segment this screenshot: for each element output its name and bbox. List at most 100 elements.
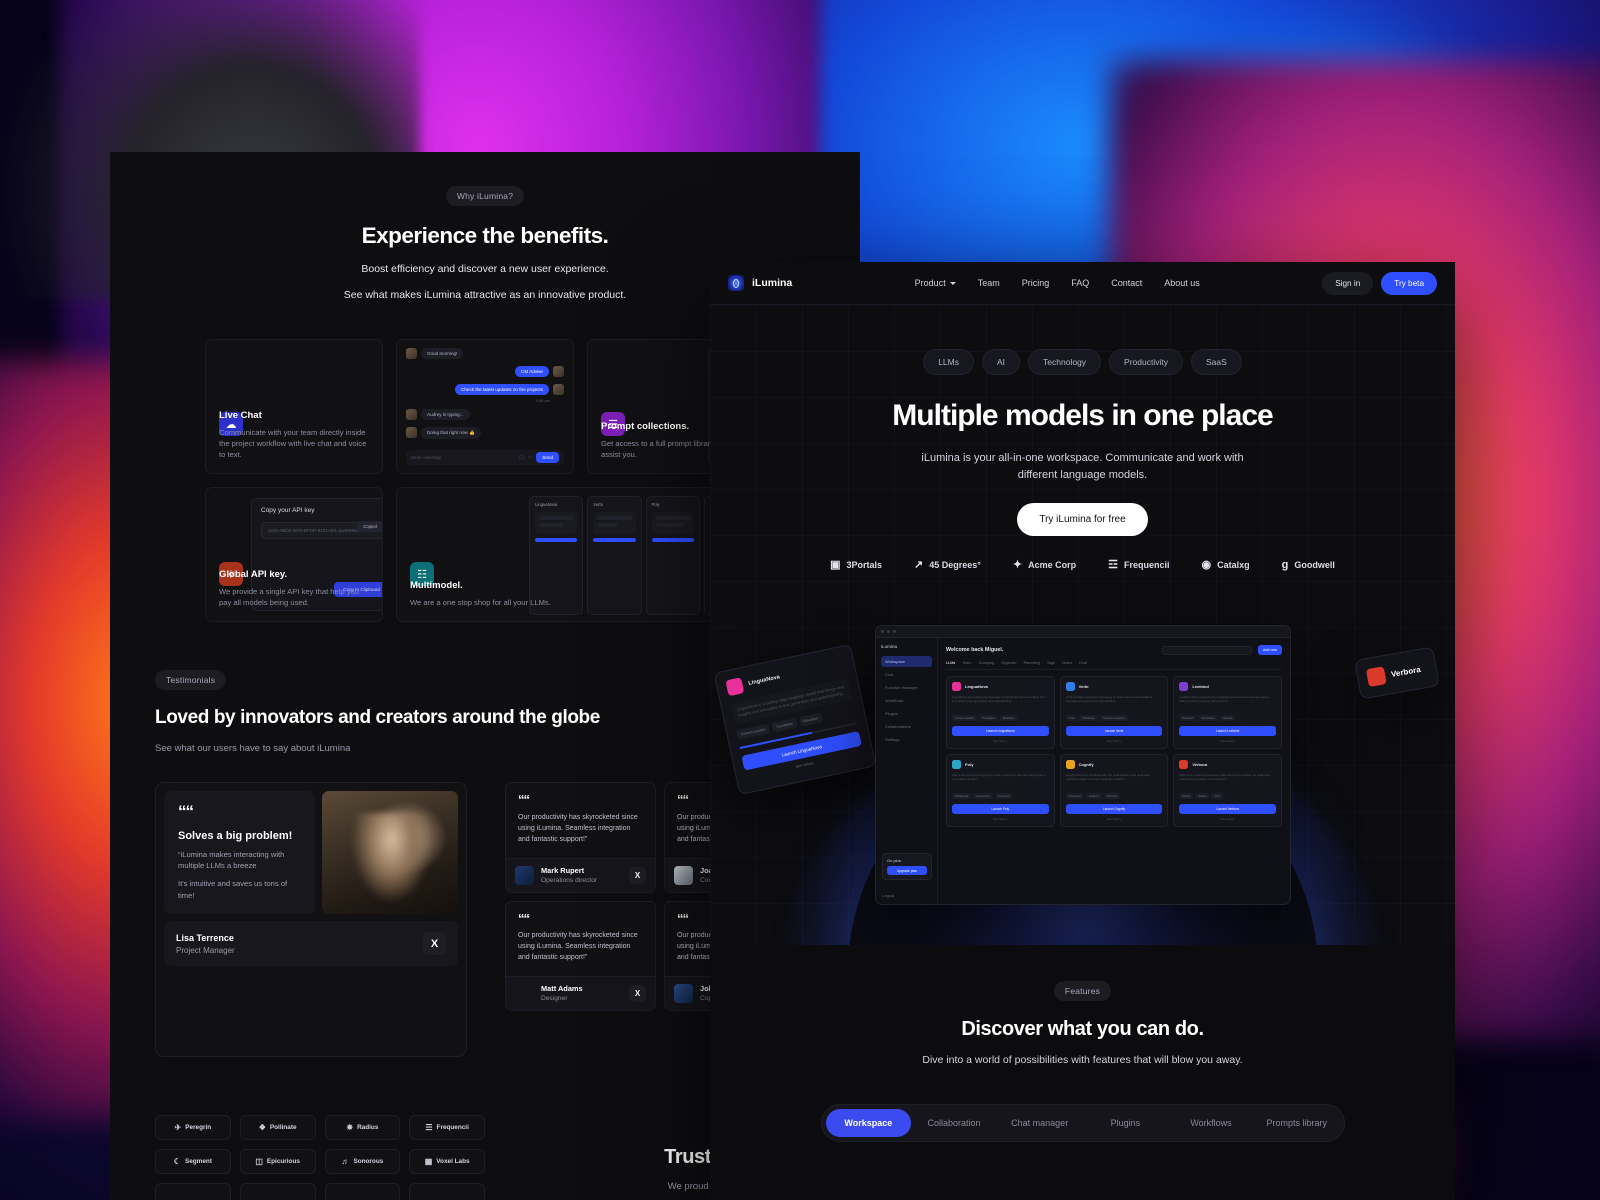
- tab-workflows[interactable]: Workflows: [1168, 1109, 1254, 1137]
- launch-model-button[interactable]: Launch Lexibind: [1179, 726, 1276, 736]
- brand-catalxg: ◉ Catalxg: [1202, 558, 1250, 571]
- nav-item-about-us[interactable]: About us: [1164, 278, 1200, 288]
- logo-cell-segment[interactable]: ☾ Segment: [155, 1148, 231, 1174]
- logo-cell-frequencii[interactable]: ☰ Frequencii: [409, 1114, 485, 1140]
- sign-in-button[interactable]: Sign in: [1322, 271, 1374, 295]
- nav-item-pricing[interactable]: Pricing: [1022, 278, 1050, 288]
- dashboard-tab-chat[interactable]: Chat: [1079, 661, 1087, 665]
- benefit-card-live-chat[interactable]: ☁ Live Chat Communicate with your team d…: [205, 339, 383, 474]
- tab-workspace[interactable]: Workspace: [825, 1109, 912, 1137]
- logo-cell-extra-1[interactable]: [155, 1182, 231, 1200]
- model-card-cognify[interactable]: Cognify Cognify enhances workflows with …: [1059, 754, 1169, 827]
- chevron-down-icon: [949, 281, 956, 285]
- tab-collaboration[interactable]: Collaboration: [911, 1109, 997, 1137]
- logo-cell-sonorous[interactable]: ♬ Sonorous: [324, 1148, 401, 1174]
- featured-quote-body-2: It's intuitive and saves us tons of time…: [178, 879, 288, 900]
- dashboard-logo: iLumina: [881, 644, 898, 649]
- launch-model-button[interactable]: Launch LinguaNova: [952, 726, 1049, 736]
- upgrade-plan-button[interactable]: Upgrade plan: [887, 866, 927, 875]
- launch-model-button[interactable]: Launch Poly: [952, 804, 1049, 814]
- brand-label: 3Portals: [846, 559, 883, 570]
- logo-row: ✈ Peregrin ❖ Pollinate ✵ Radius ☰ Frequencii: [155, 1114, 485, 1140]
- mic-icon[interactable]: ☉: [528, 455, 532, 461]
- x-social-icon[interactable]: X: [423, 932, 446, 956]
- nav-item-faq[interactable]: FAQ: [1071, 278, 1089, 288]
- see-history-link[interactable]: See history: [1179, 739, 1276, 743]
- model-card-lexibind[interactable]: Lexibind Lexibind offers comprehensive l…: [1173, 676, 1282, 749]
- model-chip: Reasoning: [1065, 793, 1085, 799]
- dashboard-tab-notes[interactable]: Notes: [1062, 661, 1072, 665]
- hero-chip-llms[interactable]: LLMs: [923, 349, 974, 375]
- tab-prompts-library[interactable]: Prompts library: [1254, 1109, 1340, 1137]
- tab-plugins[interactable]: Plugins: [1083, 1109, 1169, 1137]
- logo-cell-radius[interactable]: ✵ Radius: [324, 1114, 401, 1140]
- model-card-verbora[interactable]: Verbora Verbora is a powerful language m…: [1173, 754, 1282, 827]
- launch-model-button[interactable]: Launch Verbora: [1179, 804, 1276, 814]
- nav-item-team[interactable]: Team: [978, 278, 1000, 288]
- sound-icon: ♬: [341, 1156, 350, 1166]
- sidebar-item-chat[interactable]: Chat: [881, 669, 932, 680]
- hero-chip-productivity[interactable]: Productivity: [1109, 349, 1183, 375]
- author-role: Project Manager: [176, 945, 235, 955]
- sidebar-item-collaborations[interactable]: Collaborations: [881, 721, 932, 732]
- see-history-link[interactable]: See history: [1179, 817, 1276, 821]
- testimonial-card[interactable]: ““ Our productivity has skyrocketed sinc…: [505, 782, 656, 893]
- try-beta-button[interactable]: Try beta: [1381, 271, 1437, 295]
- chat-text: Audrey is typing...: [421, 409, 470, 420]
- testimonial-card[interactable]: ““ Our productivity has skyrocketed sinc…: [505, 900, 656, 1011]
- brand[interactable]: iLumina: [728, 275, 792, 291]
- see-history-link[interactable]: See history: [952, 817, 1049, 821]
- see-history-link[interactable]: See history: [1066, 739, 1163, 743]
- hero-chip-technology[interactable]: Technology: [1028, 349, 1102, 375]
- logo-cell-extra-2[interactable]: [239, 1182, 316, 1200]
- launch-model-button[interactable]: Launch Verbi: [1065, 726, 1163, 736]
- dashboard-tab-parenting[interactable]: Parenting: [1024, 661, 1040, 665]
- benefit-card-chat-mock[interactable]: Good morning! CM Advise Check the latest…: [396, 339, 574, 474]
- dashboard-tab-llms[interactable]: LLMs: [946, 661, 955, 665]
- dashboard-tab-team[interactable]: Team: [962, 661, 971, 665]
- hero-chip-ai[interactable]: AI: [982, 349, 1021, 375]
- logo-cell-extra-3[interactable]: [324, 1182, 401, 1200]
- model-name: Cognify: [1078, 762, 1094, 767]
- add-new-button[interactable]: Add new: [1258, 645, 1282, 655]
- benefit-card-global-api-key[interactable]: Copy your API key 1234-ABCD-5678-EFGH-91…: [205, 487, 383, 622]
- nav-item-contact[interactable]: Contact: [1111, 278, 1142, 288]
- logo-row: [155, 1182, 485, 1200]
- see-history-link[interactable]: See history: [1066, 817, 1163, 821]
- hero-chip-saas[interactable]: SaaS: [1190, 349, 1242, 375]
- model-card-verbi[interactable]: Verbi Verbi leverages advanced technolog…: [1059, 676, 1169, 749]
- benefit-desc: Communicate with your team directly insi…: [219, 428, 367, 459]
- dashboard-tab-organize[interactable]: Organize: [1001, 661, 1016, 665]
- sidebar-item-workflows[interactable]: Workflows: [881, 695, 932, 706]
- tab-chat-manager[interactable]: Chat manager: [997, 1109, 1083, 1137]
- chat-bubble: Good morning!: [406, 348, 564, 359]
- model-card-linguanova[interactable]: LinguaNova LinguaNova is a cutting-edge …: [946, 676, 1055, 749]
- send-button[interactable]: Send: [536, 452, 559, 463]
- dashboard-tab-tags[interactable]: Tags: [1047, 661, 1055, 665]
- logout-button[interactable]: Logout: [882, 893, 894, 898]
- x-social-icon[interactable]: X: [629, 866, 646, 884]
- image-icon[interactable]: ☐: [519, 455, 523, 461]
- go-plus-card[interactable]: Go plus. Upgrade plan: [882, 853, 932, 880]
- dashboard-search-input[interactable]: [1162, 645, 1252, 655]
- model-card-poly[interactable]: Poly Poly is the multi-purpose polyglot …: [946, 754, 1055, 827]
- launch-model-button[interactable]: Launch Cognify: [1065, 804, 1163, 814]
- sidebar-item-settings[interactable]: Settings: [881, 734, 932, 745]
- sidebar-item-workspace[interactable]: Workspace: [881, 656, 932, 667]
- chat-input[interactable]: Write message ☐ ☉ Send: [406, 450, 564, 465]
- x-social-icon[interactable]: X: [629, 984, 646, 1002]
- logo-cell-pollinate[interactable]: ❖ Pollinate: [239, 1114, 316, 1140]
- dashboard-tab-grouping[interactable]: Grouping: [979, 661, 995, 665]
- nav-item-product[interactable]: Product: [915, 278, 956, 288]
- logo-cell-peregrin[interactable]: ✈ Peregrin: [155, 1114, 231, 1140]
- logo-row: ☾ Segment ◫ Epicurious ♬ Sonorous ▦ Voxel La…: [155, 1148, 485, 1174]
- sidebar-item-function-manager[interactable]: Function manager: [881, 682, 932, 693]
- see-history-link[interactable]: See history: [952, 739, 1049, 743]
- logo-cell-epicurious[interactable]: ◫ Epicurious: [239, 1148, 316, 1174]
- logo-cell-extra-4[interactable]: [409, 1182, 485, 1200]
- logo-cell-voxel-labs[interactable]: ▦ Voxel Labs: [409, 1148, 485, 1174]
- model-chip: Tone: [1211, 793, 1223, 799]
- molecule-icon: ❖: [258, 1122, 266, 1132]
- sidebar-item-plugins[interactable]: Plugins: [881, 708, 932, 719]
- try-ilumina-free-button[interactable]: Try iLumina for free: [1017, 503, 1148, 536]
